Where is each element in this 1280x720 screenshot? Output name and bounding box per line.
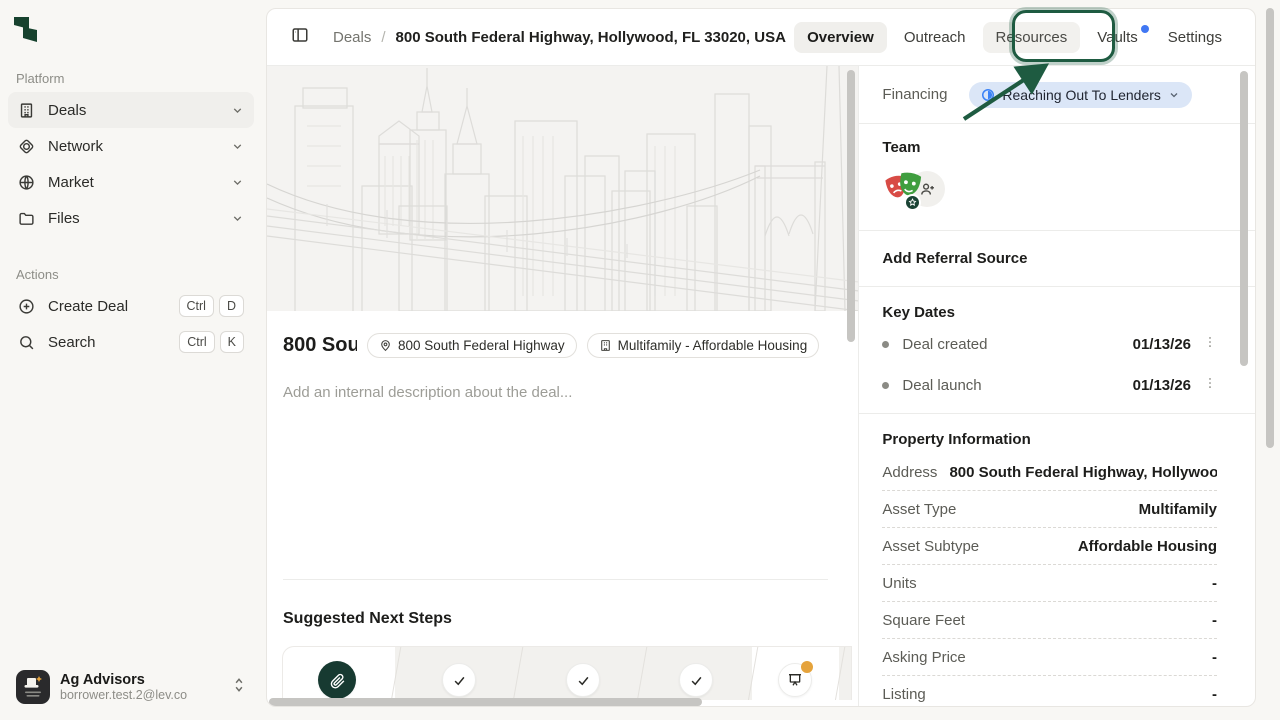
sidebar: Platform Deals Network Market (0, 0, 262, 720)
platform-section-label: Platform (16, 71, 64, 86)
sidebar-item-label: Deals (48, 102, 231, 119)
chevron-down-icon (231, 140, 244, 153)
check-icon (576, 673, 591, 688)
search-button[interactable]: Search Ctrl K (8, 324, 254, 360)
add-referral-source[interactable]: Add Referral Source (882, 250, 1217, 267)
search-icon (18, 333, 36, 351)
progress-circle-icon (981, 88, 995, 102)
financing-label: Financing (882, 86, 969, 103)
description-input[interactable]: Add an internal description about the de… (267, 358, 858, 401)
sidebar-item-market[interactable]: Market (8, 164, 254, 200)
building-icon (18, 101, 36, 119)
account-switcher[interactable]: Ag Advisors borrower.test.2@lev.co (8, 666, 254, 708)
paperclip-icon (329, 672, 346, 689)
network-icon (18, 137, 36, 155)
chevron-down-icon (231, 176, 244, 189)
horizontal-scrollbar[interactable] (268, 698, 858, 706)
tab-overview[interactable]: Overview (794, 22, 887, 53)
sidebar-item-label: Files (48, 210, 231, 227)
sidebar-item-label: Market (48, 174, 231, 191)
tab-settings[interactable]: Settings (1155, 22, 1235, 53)
window-vertical-scrollbar[interactable] (1266, 8, 1274, 448)
step-attachments-button[interactable] (318, 661, 356, 699)
deal-header: Deals / 800 South Federal Highway, Holly… (267, 9, 1255, 66)
property-row-asset-subtype: Asset Subtype Affordable Housing (882, 528, 1217, 565)
key-dates-heading: Key Dates (882, 304, 1217, 321)
notification-dot (1141, 25, 1149, 33)
key-date-row: Deal launch 01/13/26 (882, 367, 1217, 403)
sidebar-item-files[interactable]: Files (8, 200, 254, 236)
step-check-button[interactable] (442, 663, 476, 697)
actions-section-label: Actions (16, 267, 59, 282)
bullet-dot (882, 341, 889, 348)
main-vertical-scrollbar[interactable] (847, 70, 855, 342)
breadcrumb-deals[interactable]: Deals (333, 29, 371, 46)
search-label: Search (48, 334, 174, 351)
step-check-button[interactable] (566, 663, 600, 697)
property-row-asking-price: Asking Price - (882, 639, 1217, 676)
create-deal-label: Create Deal (48, 298, 174, 315)
chevron-down-icon (231, 104, 244, 117)
sidebar-toggle-icon[interactable] (287, 24, 313, 51)
deal-tabs: Overview Outreach Resources Vaults Setti… (794, 22, 1235, 53)
property-row-listing: Listing - (882, 676, 1217, 707)
plus-circle-icon (18, 297, 36, 315)
building-icon (599, 339, 612, 352)
property-info-heading: Property Information (882, 431, 1217, 448)
kbd-d: D (219, 295, 244, 317)
key-date-kebab-icon[interactable] (1203, 335, 1217, 353)
sidebar-item-deals[interactable]: Deals (8, 92, 254, 128)
skyline-illustration (267, 66, 858, 311)
create-deal-button[interactable]: Create Deal Ctrl D (8, 288, 254, 324)
lev-logo (14, 16, 38, 42)
key-date-row: Deal created 01/13/26 (882, 326, 1217, 362)
check-icon (689, 673, 704, 688)
chevron-down-icon (1168, 89, 1180, 101)
kbd-ctrl: Ctrl (179, 295, 214, 317)
chevron-down-icon (231, 212, 244, 225)
account-email: borrower.test.2@lev.co (60, 688, 232, 702)
sidebar-item-network[interactable]: Network (8, 128, 254, 164)
tab-outreach[interactable]: Outreach (891, 22, 979, 53)
address-tag[interactable]: 800 South Federal Highway (367, 333, 577, 358)
sidebar-item-label: Network (48, 138, 231, 155)
folder-icon (18, 209, 36, 227)
panel-vertical-scrollbar[interactable] (1240, 71, 1248, 366)
divider (283, 579, 828, 580)
property-row-asset-type: Asset Type Multifamily (882, 491, 1217, 528)
key-date-kebab-icon[interactable] (1203, 376, 1217, 394)
next-steps-heading: Suggested Next Steps (283, 610, 452, 628)
deal-info-panel: Financing Reaching Out To Lenders Team (858, 66, 1255, 707)
asset-type-tag[interactable]: Multifamily - Affordable Housing (587, 333, 820, 358)
deal-page-card: Deals / 800 South Federal Highway, Holly… (266, 8, 1256, 707)
account-name: Ag Advisors (60, 672, 232, 688)
step-presentation-button[interactable] (778, 663, 812, 697)
location-pin-icon (379, 339, 392, 352)
presentation-icon (787, 672, 803, 688)
next-steps-stepper (282, 646, 852, 700)
bullet-dot (882, 382, 889, 389)
kbd-ctrl: Ctrl (179, 331, 214, 353)
step-check-button[interactable] (679, 663, 713, 697)
alert-dot (801, 661, 813, 673)
property-row-units: Units - (882, 565, 1217, 602)
check-icon (452, 673, 467, 688)
deal-overview-main: 800 South Federal Highway, Hollywood, FL… (267, 66, 858, 707)
breadcrumb-deal-title: 800 South Federal Highway, Hollywood, FL… (396, 29, 786, 46)
financing-status-dropdown[interactable]: Reaching Out To Lenders (969, 82, 1192, 108)
tab-vaults[interactable]: Vaults (1084, 22, 1151, 53)
property-row-square-feet: Square Feet - (882, 602, 1217, 639)
expand-up-down-icon (232, 677, 246, 698)
breadcrumb-separator: / (381, 29, 385, 46)
globe-icon (18, 173, 36, 191)
property-row-address: Address 800 South Federal Highway, Holly… (882, 454, 1217, 491)
kbd-k: K (220, 331, 244, 353)
team-heading: Team (882, 139, 1217, 156)
scrollbar-thumb[interactable] (269, 698, 702, 706)
tab-resources[interactable]: Resources (983, 22, 1081, 53)
deal-title: 800 South Federal Highway, Hollywood, FL… (283, 334, 357, 357)
account-avatar (16, 670, 50, 704)
